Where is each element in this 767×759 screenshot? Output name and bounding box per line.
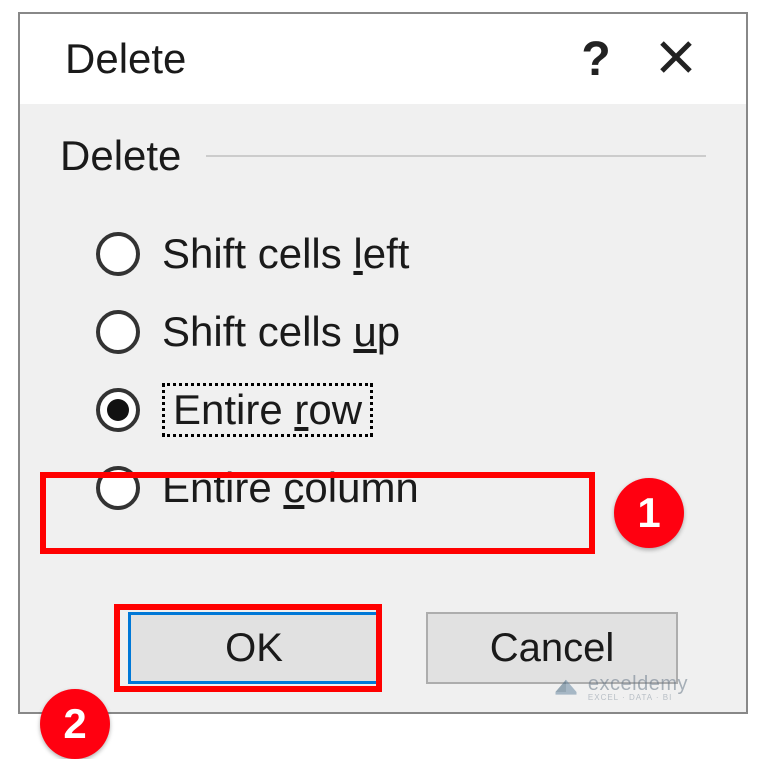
radio-entire-row[interactable]: Entire row <box>96 371 706 449</box>
watermark-icon <box>552 671 580 704</box>
watermark-main: exceldemy <box>588 674 688 694</box>
group-divider <box>206 155 706 157</box>
radio-icon <box>96 388 140 432</box>
ok-button[interactable]: OK <box>128 612 380 684</box>
annotation-callout-2: 2 <box>40 689 110 759</box>
watermark-sub: EXCEL · DATA · BI <box>588 694 688 702</box>
radio-label: Entire column <box>162 464 419 512</box>
radio-label: Shift cells left <box>162 230 409 278</box>
annotation-callout-1: 1 <box>614 478 684 548</box>
radio-group: Shift cells left Shift cells up Entire r… <box>60 215 706 527</box>
radio-icon <box>96 466 140 510</box>
dialog-body: Delete Shift cells left Shift cells up <box>20 104 746 712</box>
titlebar: Delete ? <box>20 14 746 104</box>
close-button[interactable] <box>636 37 716 82</box>
radio-shift-cells-up[interactable]: Shift cells up <box>96 293 706 371</box>
radio-icon <box>96 310 140 354</box>
delete-dialog: Delete ? Delete Shift cells left <box>18 12 748 714</box>
radio-label: Entire row <box>162 383 373 437</box>
radio-label: Shift cells up <box>162 308 400 356</box>
watermark: exceldemy EXCEL · DATA · BI <box>552 671 688 704</box>
dialog-title: Delete <box>65 35 556 83</box>
radio-icon <box>96 232 140 276</box>
group-header: Delete <box>60 132 706 180</box>
help-button[interactable]: ? <box>556 32 636 87</box>
group-label: Delete <box>60 132 181 180</box>
close-icon <box>656 37 696 77</box>
radio-shift-cells-left[interactable]: Shift cells left <box>96 215 706 293</box>
